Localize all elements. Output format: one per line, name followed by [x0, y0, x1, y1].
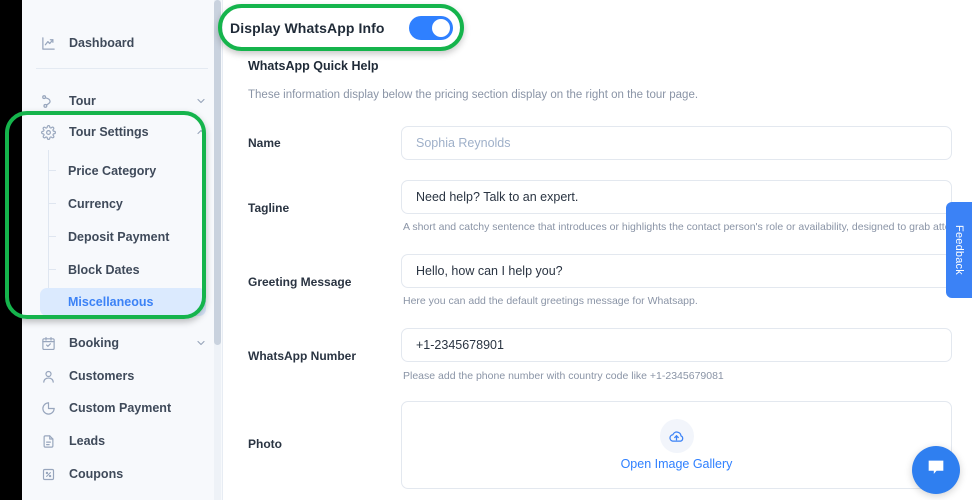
feedback-tab-label: Feedback [953, 225, 966, 275]
chat-fab-button[interactable] [912, 446, 960, 494]
tagline-help-text: A short and catchy sentence that introdu… [403, 221, 972, 233]
whatsapp-number-label: WhatsApp Number [248, 349, 356, 363]
sidebar-subitem-price-category[interactable]: Price Category [40, 157, 206, 185]
greeting-message-help-text: Here you can add the default greetings m… [403, 295, 698, 307]
sidebar-item-label: Leads [69, 434, 106, 448]
chevron-down-icon[interactable] [195, 337, 207, 349]
toggle-knob [431, 19, 450, 37]
sidebar-item-custom-payment[interactable]: Custom Payment [22, 391, 222, 425]
sidebar-item-label: Dashboard [69, 36, 135, 50]
display-whatsapp-info-toggle[interactable] [408, 16, 453, 40]
sidebar-item-tour[interactable]: Tour [22, 84, 222, 118]
sidebar-subitem-currency[interactable]: Currency [40, 190, 206, 218]
sidebar-item-leads[interactable]: Leads [22, 424, 222, 458]
chevron-up-icon[interactable] [195, 126, 207, 138]
sidebar-item-label: Customers [69, 369, 135, 383]
sidebar-item-booking[interactable]: Booking [22, 326, 222, 360]
chart-line-icon [40, 35, 57, 52]
sidebar-item-label: Coupons [69, 467, 124, 481]
chevron-down-icon[interactable] [195, 95, 207, 107]
sidebar-item-dashboard[interactable]: Dashboard [22, 26, 222, 60]
photo-dropzone[interactable]: Open Image Gallery [401, 401, 952, 489]
feedback-tab[interactable]: Feedback [946, 202, 972, 298]
sidebar-divider [36, 68, 208, 69]
cloud-upload-icon [659, 419, 694, 453]
display-whatsapp-info-label: Display WhatsApp Info [230, 20, 385, 36]
whatsapp-number-input[interactable]: +1-2345678901 [401, 328, 952, 362]
gear-icon [40, 124, 57, 141]
name-label: Name [248, 136, 281, 150]
coupon-icon [40, 466, 57, 483]
calendar-check-icon [40, 335, 57, 352]
tagline-input[interactable]: Need help? Talk to an expert. [401, 180, 952, 214]
document-icon [40, 433, 57, 450]
sidebar-subitem-label: Block Dates [68, 263, 140, 277]
pie-chart-icon [40, 400, 57, 417]
sidebar-subitem-label: Deposit Payment [68, 230, 170, 244]
left-gutter [0, 0, 22, 500]
sidebar-item-customers[interactable]: Customers [22, 359, 222, 393]
app-root: Dashboard Tour Tour Settings Price Categ… [0, 0, 972, 500]
sidebar-item-label: Tour Settings [69, 125, 149, 139]
display-whatsapp-info-row: Display WhatsApp Info [223, 0, 972, 56]
sidebar: Dashboard Tour Tour Settings Price Categ… [22, 0, 223, 500]
greeting-message-input[interactable]: Hello, how can I help you? [401, 254, 952, 288]
sidebar-subitem-miscellaneous[interactable]: Miscellaneous [40, 288, 206, 316]
user-icon [40, 368, 57, 385]
section-description: These information display below the pric… [248, 89, 699, 101]
section-title: WhatsApp Quick Help [248, 59, 379, 73]
sidebar-item-label: Tour [69, 94, 96, 108]
main-content: Display WhatsApp Info WhatsApp Quick Hel… [223, 0, 972, 500]
sidebar-subitem-label: Miscellaneous [68, 295, 154, 309]
sidebar-item-tour-settings[interactable]: Tour Settings [22, 115, 222, 149]
open-image-gallery-link[interactable]: Open Image Gallery [621, 457, 733, 471]
sidebar-scrollbar-thumb[interactable] [214, 0, 221, 345]
tour-icon [40, 93, 57, 110]
tagline-label: Tagline [248, 201, 290, 215]
sidebar-item-label: Booking [69, 336, 119, 350]
name-input[interactable]: Sophia Reynolds [401, 126, 952, 160]
sidebar-item-coupons[interactable]: Coupons [22, 457, 222, 491]
sidebar-subitem-block-dates[interactable]: Block Dates [40, 256, 206, 284]
chat-bubble-icon [925, 457, 947, 484]
sidebar-subitem-label: Currency [68, 197, 123, 211]
sidebar-subitem-label: Price Category [68, 164, 157, 178]
sidebar-item-label: Custom Payment [69, 401, 172, 415]
sidebar-subitem-deposit-payment[interactable]: Deposit Payment [40, 223, 206, 251]
photo-label: Photo [248, 437, 282, 451]
greeting-message-label: Greeting Message [248, 275, 352, 289]
whatsapp-number-help-text: Please add the phone number with country… [403, 370, 724, 382]
